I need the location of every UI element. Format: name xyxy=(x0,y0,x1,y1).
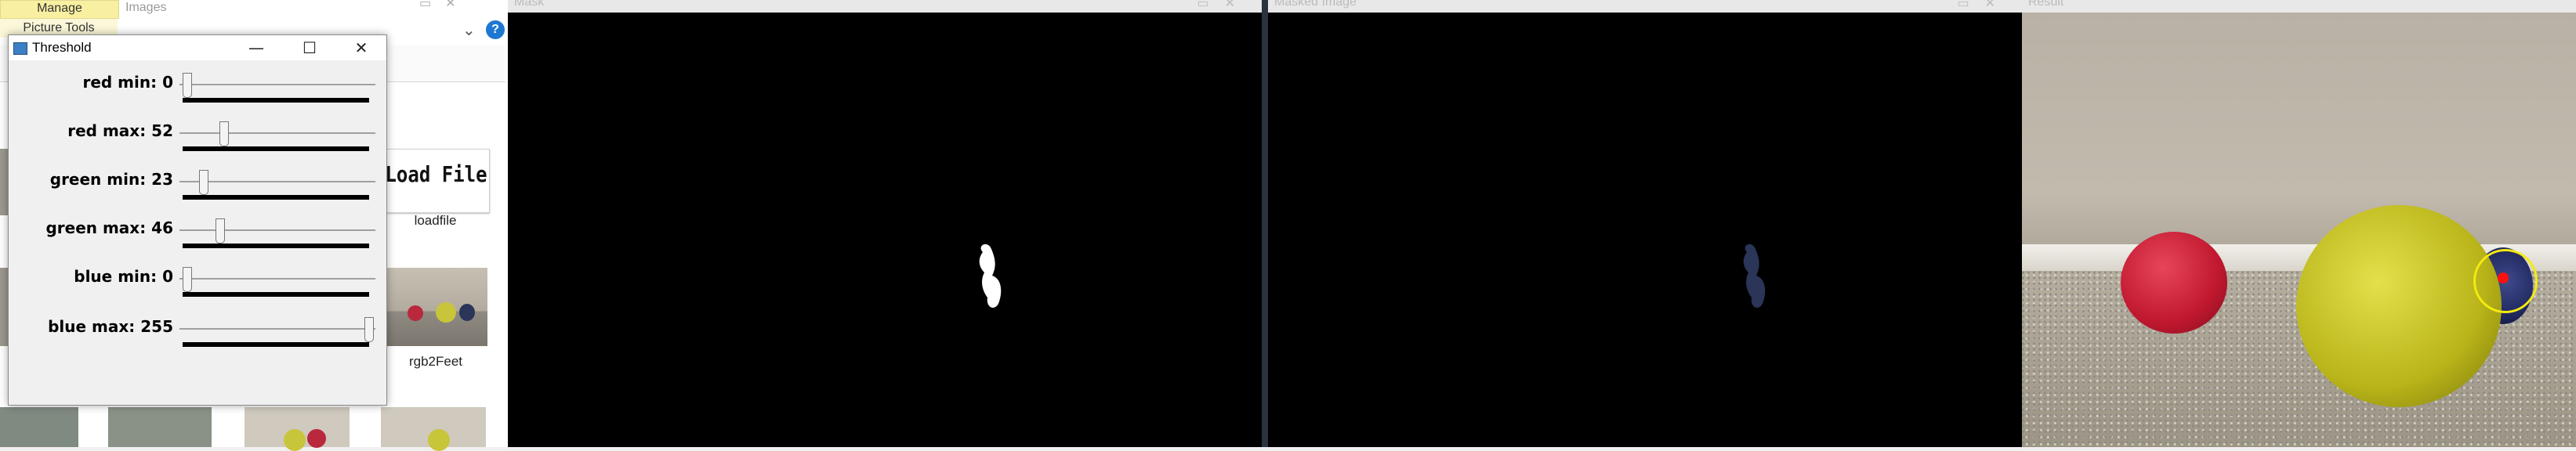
slider-handle[interactable] xyxy=(215,218,225,244)
slider-track[interactable] xyxy=(179,132,375,134)
masked-image xyxy=(1743,244,1766,308)
maximize-icon[interactable]: ☐ xyxy=(283,35,336,60)
thumbnail[interactable] xyxy=(381,407,486,451)
slider-track[interactable] xyxy=(179,328,375,330)
slider-base xyxy=(183,292,369,297)
slider-handle[interactable] xyxy=(364,317,374,342)
mask-image xyxy=(979,244,1002,308)
ribbon-tab-images[interactable]: Images xyxy=(125,0,166,16)
close-icon[interactable]: ✕ xyxy=(335,35,388,60)
result-window: Result xyxy=(2022,0,2576,447)
slider-label: green min: 23 xyxy=(49,170,173,189)
app-icon xyxy=(13,42,27,55)
window-divider xyxy=(1262,0,1268,447)
detection-center-dot xyxy=(2498,272,2509,283)
masked-blob xyxy=(1743,244,1766,308)
red-ball xyxy=(2121,232,2227,334)
thumbnail[interactable] xyxy=(0,268,8,346)
slider-blue-max: blue max: 255 xyxy=(9,312,386,359)
slider-base xyxy=(183,146,369,151)
slider-green-min: green min: 23 xyxy=(9,165,386,212)
slider-handle[interactable] xyxy=(198,170,208,195)
load-file-thumbnail[interactable]: Load File xyxy=(382,149,490,213)
thumbnail[interactable] xyxy=(245,407,350,451)
slider-track[interactable] xyxy=(179,84,375,85)
slider-handle[interactable] xyxy=(183,73,192,98)
wall xyxy=(2022,13,2576,271)
slider-label: red min: 0 xyxy=(82,73,173,92)
slider-red-max: red max: 52 xyxy=(9,117,386,164)
slider-label: blue max: 255 xyxy=(48,317,173,336)
slider-track[interactable] xyxy=(179,229,375,231)
window-controls: ▭✕ xyxy=(419,0,470,10)
title-bar[interactable]: Result xyxy=(2022,0,2576,13)
slider-label: blue min: 0 xyxy=(74,267,173,286)
thumbnail[interactable] xyxy=(0,149,8,215)
load-file-label: Load File xyxy=(385,161,487,188)
slider-base xyxy=(183,98,369,103)
slider-base xyxy=(183,342,369,347)
threshold-window: Threshold — ☐ ✕ red min: 0 red max: 52 g… xyxy=(8,34,387,406)
minimize-icon[interactable]: — xyxy=(230,35,283,60)
window-title: Result xyxy=(2028,0,2064,9)
slider-base xyxy=(183,244,369,248)
yellow-ball xyxy=(2296,205,2502,407)
slider-label: red max: 52 xyxy=(67,121,173,140)
rgb2feet-thumbnail[interactable] xyxy=(384,268,487,346)
slider-green-max: green max: 46 xyxy=(9,214,386,261)
masked-image-window: Masked Image ▭✕ xyxy=(1268,0,2022,447)
thumbnail[interactable] xyxy=(0,407,78,447)
help-button[interactable]: ? xyxy=(486,20,505,39)
slider-blue-min: blue min: 0 xyxy=(9,262,386,309)
title-bar[interactable]: Threshold — ☐ ✕ xyxy=(9,35,386,60)
thumbnail[interactable] xyxy=(108,407,212,447)
slider-handle[interactable] xyxy=(183,267,192,292)
slider-track[interactable] xyxy=(179,278,375,280)
slider-base xyxy=(183,195,369,200)
slider-track[interactable] xyxy=(179,181,375,182)
chevron-down-icon[interactable]: ⌄ xyxy=(462,20,476,40)
mask-blob xyxy=(979,244,1002,308)
slider-red-min: red min: 0 xyxy=(9,68,386,115)
slider-handle[interactable] xyxy=(219,121,230,146)
slider-label: green max: 46 xyxy=(45,218,173,237)
mask-window: Mask ▭✕ xyxy=(508,0,1262,447)
ribbon-tab-manage[interactable]: Manage xyxy=(0,0,119,19)
window-title: Threshold xyxy=(32,40,92,55)
